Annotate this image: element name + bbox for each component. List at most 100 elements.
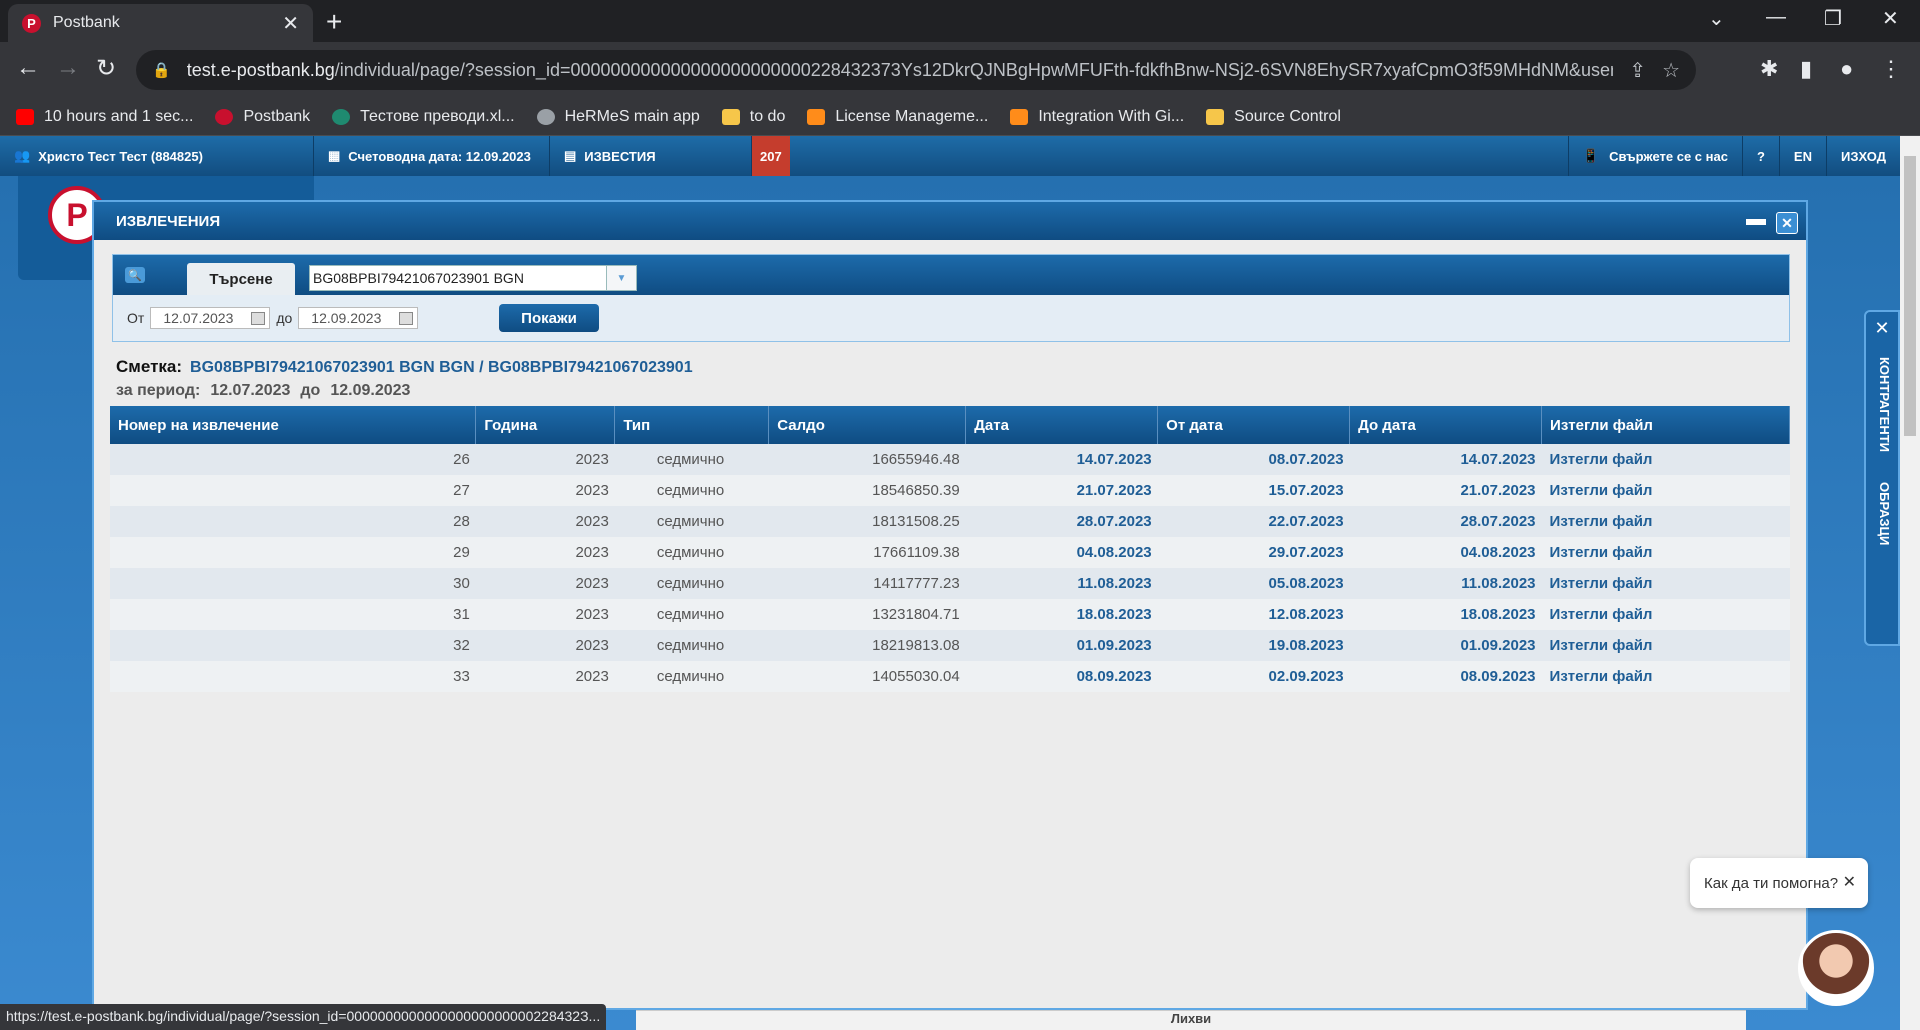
column-header[interactable]: Номер на извлечение [110, 406, 477, 444]
show-button[interactable]: Покажи [499, 304, 599, 332]
column-header[interactable]: Изтегли файл [1541, 406, 1790, 444]
cell-dl[interactable]: Изтегли файл [1541, 506, 1790, 537]
cell-from[interactable]: 22.07.2023 [1157, 506, 1350, 537]
close-chat-icon[interactable]: ✕ [1843, 872, 1856, 892]
cell-to[interactable]: 01.09.2023 [1349, 630, 1542, 661]
column-header[interactable]: Дата [965, 406, 1159, 444]
to-date-input[interactable]: 12.09.2023 [298, 307, 419, 329]
cell-date[interactable]: 21.07.2023 [965, 475, 1158, 506]
column-header[interactable]: Тип [614, 406, 770, 444]
cell-to[interactable]: 08.09.2023 [1349, 661, 1542, 692]
cell-to[interactable]: 21.07.2023 [1349, 475, 1542, 506]
cell-from[interactable]: 08.07.2023 [1157, 444, 1350, 475]
cell-dl[interactable]: Изтегли файл [1541, 661, 1790, 692]
column-header[interactable]: Салдо [768, 406, 967, 444]
tab-search-icon[interactable]: ⌄ [1708, 6, 1725, 31]
cell-dl[interactable]: Изтегли файл [1541, 568, 1790, 599]
cell-from[interactable]: 15.07.2023 [1157, 475, 1350, 506]
news-count-badge[interactable]: 207 [752, 136, 790, 176]
dialog-header[interactable]: ИЗВЛЕЧЕНИЯ ▬ ✕ [94, 202, 1806, 240]
sidepanel-icon[interactable]: ▮ [1800, 56, 1812, 82]
cell-type: седмично [614, 568, 769, 599]
window-close-icon[interactable]: ✕ [1882, 6, 1899, 31]
bookmark-star-icon[interactable]: ☆ [1662, 58, 1680, 83]
cell-to[interactable]: 18.08.2023 [1349, 599, 1542, 630]
cell-dl[interactable]: Изтегли файл [1541, 475, 1790, 506]
cell-dl[interactable]: Изтегли файл [1541, 599, 1790, 630]
cell-from[interactable]: 19.08.2023 [1157, 630, 1350, 661]
cell-dl[interactable]: Изтегли файл [1541, 537, 1790, 568]
page-scrollbar[interactable] [1900, 136, 1920, 1030]
column-header[interactable]: От дата [1157, 406, 1351, 444]
contractors-tab[interactable]: КОНТРАГЕНТИ [1872, 357, 1892, 452]
cell-date[interactable]: 04.08.2023 [965, 537, 1158, 568]
back-icon[interactable]: ← [16, 54, 40, 82]
logout-link[interactable]: ИЗХОД [1827, 136, 1900, 176]
column-header[interactable]: Година [475, 406, 616, 444]
profile-icon[interactable]: ● [1840, 56, 1853, 82]
calendar-icon[interactable] [399, 312, 414, 325]
browser-tab[interactable]: P Postbank ✕ [8, 4, 313, 42]
bookmark-item[interactable]: to do [721, 108, 785, 126]
chevron-down-icon[interactable]: ▼ [606, 266, 636, 290]
address-bar[interactable]: 🔒 test.e-postbank.bg/individual/page/?se… [136, 50, 1696, 90]
share-icon[interactable]: ⇪ [1629, 58, 1646, 83]
calendar-icon[interactable] [251, 312, 266, 325]
bookmark-item[interactable]: Тестове преводи.xl... [332, 108, 515, 126]
cell-dl[interactable]: Изтегли файл [1541, 444, 1790, 475]
user-info[interactable]: 👥 Христо Тест Тест (884825) [0, 136, 314, 176]
extensions-icon[interactable]: ✱ [1760, 56, 1778, 82]
menu-icon[interactable]: ⋮ [1880, 56, 1902, 82]
templates-tab[interactable]: ОБРАЗЦИ [1872, 482, 1892, 545]
cell-from[interactable]: 05.08.2023 [1157, 568, 1350, 599]
cell-to[interactable]: 14.07.2023 [1349, 444, 1542, 475]
bookmark-item[interactable]: HeRMeS main app [536, 108, 700, 126]
chat-bubble[interactable]: Как да ти помогна? ✕ [1690, 858, 1868, 908]
cell-date[interactable]: 18.08.2023 [965, 599, 1158, 630]
scrollbar-thumb[interactable] [1904, 156, 1916, 436]
tab-close-icon[interactable]: ✕ [282, 11, 299, 36]
cell-from[interactable]: 29.07.2023 [1157, 537, 1350, 568]
cell-to[interactable]: 28.07.2023 [1349, 506, 1542, 537]
chat-assistant-avatar[interactable] [1798, 930, 1874, 1006]
statements-dialog: ИЗВЛЕЧЕНИЯ ▬ ✕ 🔍 Търсене BG08BPBI7942106… [92, 200, 1808, 1010]
bookmark-item[interactable]: 10 hours and 1 sec... [16, 108, 193, 126]
bottom-tab[interactable]: Лихви [636, 1010, 1746, 1030]
contact-link[interactable]: 📱 Свържете се с нас [1567, 136, 1743, 176]
minimize-dialog-icon[interactable]: ▬ [1746, 208, 1766, 231]
language-switch[interactable]: EN [1780, 136, 1827, 176]
from-label: От [127, 310, 145, 326]
reload-icon[interactable]: ↻ [96, 54, 116, 83]
column-header[interactable]: До дата [1349, 406, 1543, 444]
postbank-favicon-icon: P [22, 13, 41, 33]
account-value[interactable]: BG08BPBI79421067023901 BGN BGN / BG08BPB… [190, 359, 693, 376]
bookmark-item[interactable]: Postbank [215, 108, 310, 126]
cell-from[interactable]: 12.08.2023 [1157, 599, 1350, 630]
close-side-panel-icon[interactable]: ✕ [1866, 318, 1898, 339]
url-text[interactable]: test.e-postbank.bg/individual/page/?sess… [187, 60, 1614, 81]
cell-dl[interactable]: Изтегли файл [1541, 630, 1790, 661]
tab-search[interactable]: Търсене [187, 263, 295, 295]
cell-to[interactable]: 11.08.2023 [1349, 568, 1542, 599]
bookmark-item[interactable]: Integration With Gi... [1010, 108, 1184, 126]
account-select[interactable]: BG08BPBI79421067023901 BGN ▼ [309, 265, 637, 291]
cell-from[interactable]: 02.09.2023 [1157, 661, 1350, 692]
help-icon[interactable]: ? [1743, 136, 1780, 176]
news-link[interactable]: ▤ ИЗВЕСТИЯ [550, 136, 752, 176]
new-tab-icon[interactable]: + [326, 6, 342, 38]
lock-icon[interactable]: 🔒 [152, 61, 171, 79]
forward-icon[interactable]: → [56, 54, 80, 82]
restore-icon[interactable]: ❐ [1824, 6, 1842, 31]
close-dialog-icon[interactable]: ✕ [1776, 212, 1798, 234]
search-icon[interactable]: 🔍 [125, 267, 145, 283]
cell-date[interactable]: 14.07.2023 [965, 444, 1158, 475]
cell-date[interactable]: 01.09.2023 [965, 630, 1158, 661]
minimize-icon[interactable]: — [1766, 6, 1786, 29]
cell-date[interactable]: 08.09.2023 [965, 661, 1158, 692]
bookmark-item[interactable]: Source Control [1206, 108, 1341, 126]
cell-to[interactable]: 04.08.2023 [1349, 537, 1542, 568]
cell-date[interactable]: 28.07.2023 [965, 506, 1158, 537]
bookmark-item[interactable]: License Manageme... [807, 108, 988, 126]
from-date-input[interactable]: 12.07.2023 [150, 307, 271, 329]
cell-date[interactable]: 11.08.2023 [965, 568, 1158, 599]
